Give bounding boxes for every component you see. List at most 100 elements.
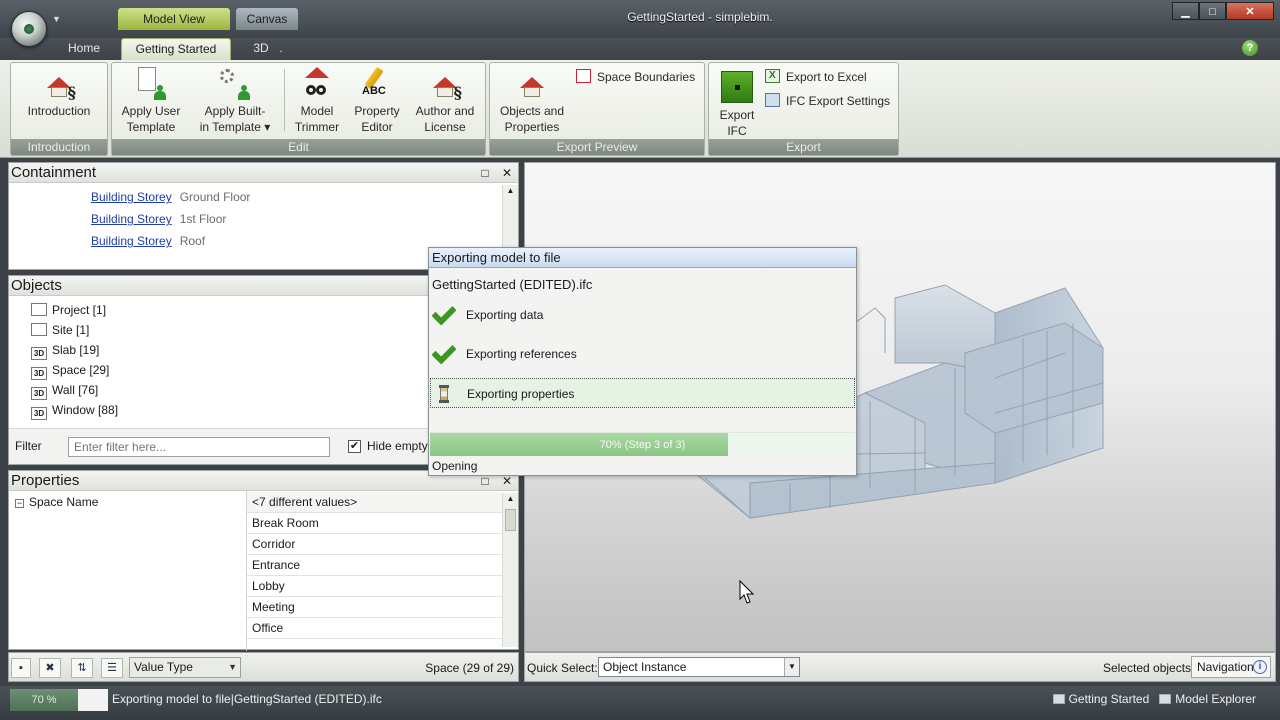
- filter-input[interactable]: [68, 437, 330, 457]
- export-ifc-label-1: Export: [719, 108, 755, 122]
- scroll-thumb[interactable]: [505, 509, 516, 531]
- tree-row[interactable]: Building Storey Roof: [91, 231, 205, 251]
- chevron-down-icon[interactable]: ▼: [784, 658, 799, 676]
- close-panel-icon[interactable]: ✕: [500, 474, 514, 488]
- dialog-title: Exporting model to file: [429, 248, 856, 268]
- help-icon[interactable]: ?: [1242, 40, 1258, 56]
- model-explorer-tab[interactable]: Model Explorer: [1159, 692, 1256, 706]
- clear-icon[interactable]: ✖: [39, 658, 61, 678]
- apply-builtin-template-label-1: Apply Built-: [204, 104, 266, 118]
- export-step: Exporting references: [430, 339, 855, 369]
- tab-3d[interactable]: 3D: [246, 38, 276, 60]
- scroll-up-icon[interactable]: ▲: [503, 185, 518, 197]
- minimize-button[interactable]: ▁: [1172, 2, 1199, 20]
- storey-name: Roof: [179, 234, 206, 248]
- tab-overflow[interactable]: .: [277, 38, 285, 60]
- sort-icon[interactable]: ⇅: [71, 658, 93, 678]
- storey-type-link[interactable]: Building Storey: [91, 234, 172, 248]
- scroll-up-icon[interactable]: ▲: [503, 493, 518, 505]
- group-label-export: Export: [709, 139, 898, 155]
- getting-started-tab[interactable]: Getting Started: [1052, 692, 1150, 706]
- property-value[interactable]: Break Room: [247, 513, 503, 534]
- quick-select-label: Quick Select:: [527, 661, 598, 675]
- list-item[interactable]: Site [1]: [31, 320, 89, 340]
- storey-type-link[interactable]: Building Storey: [91, 190, 172, 204]
- tree-row[interactable]: Building Storey Ground Floor: [91, 187, 250, 207]
- object-label: Window [88]: [52, 403, 119, 417]
- property-value[interactable]: Corridor: [247, 534, 503, 555]
- step-label: Exporting properties: [467, 387, 575, 401]
- apply-builtin-template-label-2: in Template ▾: [199, 120, 271, 134]
- objects-and-properties-button[interactable]: Objects and Properties: [494, 67, 570, 135]
- close-panel-icon[interactable]: ✕: [500, 166, 514, 180]
- chevron-down-icon: ▼: [228, 662, 237, 672]
- status-progress-track: [78, 689, 108, 711]
- window-title: GettingStarted - simplebim.: [627, 10, 773, 24]
- export-to-excel-button[interactable]: Export to Excel: [765, 68, 867, 86]
- value-type-dropdown[interactable]: Value Type ▼: [129, 657, 241, 678]
- property-name-row[interactable]: − Space Name: [15, 495, 98, 509]
- properties-scrollbar[interactable]: ▲: [502, 493, 518, 647]
- ifc-export-settings-button[interactable]: IFC Export Settings: [765, 92, 890, 110]
- ribbon-group-export: Export IFC Export to Excel IFC Export Se…: [708, 62, 899, 156]
- hide-empty-label: Hide empty: [367, 439, 428, 453]
- property-value[interactable]: Office: [247, 618, 503, 639]
- property-editor-label-1: Property: [354, 104, 400, 118]
- list-view-icon[interactable]: ☰: [101, 658, 123, 678]
- navigation-label: Navigation: [1197, 660, 1254, 674]
- quick-access-dropdown-icon[interactable]: ▼: [52, 14, 61, 24]
- objects-and-properties-label-1: Objects and: [499, 104, 565, 118]
- author-and-license-button[interactable]: § Author and License: [408, 67, 482, 135]
- space-boundaries-button[interactable]: Space Boundaries: [576, 68, 695, 86]
- close-button[interactable]: ✕: [1226, 2, 1274, 20]
- list-item[interactable]: 3D Space [29]: [31, 360, 109, 380]
- selected-objects-tab[interactable]: Selected objects: [1103, 661, 1191, 675]
- space-count: Space (29 of 29): [425, 661, 514, 675]
- object-label: Project [1]: [52, 303, 107, 317]
- tab-getting-started[interactable]: Getting Started: [121, 38, 231, 60]
- checkmark-icon: [431, 339, 457, 365]
- tab-home[interactable]: Home: [56, 38, 112, 60]
- list-item[interactable]: 3D Wall [76]: [31, 380, 98, 400]
- list-item[interactable]: 3D Window [88]: [31, 400, 118, 420]
- export-ifc-icon: [721, 71, 753, 103]
- property-editor-button[interactable]: ABC Property Editor: [348, 66, 406, 135]
- storey-type-link[interactable]: Building Storey: [91, 212, 172, 226]
- maximize-panel-icon[interactable]: □: [478, 166, 492, 180]
- hourglass-icon: [439, 385, 449, 403]
- context-tab-canvas[interactable]: Canvas: [236, 8, 298, 30]
- hide-empty-checkbox[interactable]: ✔: [348, 440, 361, 453]
- apply-user-template-button[interactable]: Apply User Template: [116, 67, 186, 135]
- maximize-panel-icon[interactable]: □: [478, 474, 492, 488]
- abc-pencil-icon: ABC: [360, 66, 394, 101]
- property-editor-label-2: Editor: [361, 120, 393, 134]
- model-trimmer-label-1: Model: [300, 104, 334, 118]
- mouse-cursor: [739, 579, 755, 604]
- model-trimmer-button[interactable]: Model Trimmer: [288, 67, 346, 135]
- info-icon[interactable]: i: [1253, 660, 1267, 674]
- apply-builtin-template-button[interactable]: Apply Built- in Template ▾: [192, 67, 278, 135]
- list-item[interactable]: Project [1]: [31, 300, 106, 320]
- window-icon: [1159, 694, 1172, 704]
- property-value[interactable]: Lobby: [247, 576, 503, 597]
- property-value[interactable]: Entrance: [247, 555, 503, 576]
- objects-and-properties-label-2: Properties: [504, 120, 560, 134]
- list-item[interactable]: 3D Slab [19]: [31, 340, 99, 360]
- space-boundaries-label: Space Boundaries: [597, 70, 696, 84]
- context-tab-model-view[interactable]: Model View: [118, 8, 230, 30]
- property-value[interactable]: Meeting: [247, 597, 503, 618]
- property-value[interactable]: <7 different values>: [247, 492, 503, 513]
- collapse-icon[interactable]: −: [15, 499, 24, 508]
- app-menu-orb[interactable]: [11, 11, 47, 47]
- navigation-tab[interactable]: Navigation i: [1191, 656, 1271, 678]
- save-icon[interactable]: ▪: [11, 658, 31, 678]
- object-label: Slab [19]: [52, 343, 100, 357]
- maximize-button[interactable]: □: [1199, 2, 1226, 20]
- filter-label: Filter: [15, 439, 42, 453]
- getting-started-tab-label: Getting Started: [1068, 692, 1150, 706]
- tree-row[interactable]: Building Storey 1st Floor: [91, 209, 226, 229]
- export-ifc-label-2: IFC: [727, 124, 747, 138]
- export-ifc-button[interactable]: Export IFC: [713, 65, 761, 139]
- introduction-button[interactable]: § Introduction: [15, 67, 103, 119]
- quick-select-dropdown[interactable]: Object Instance ▼: [598, 657, 800, 677]
